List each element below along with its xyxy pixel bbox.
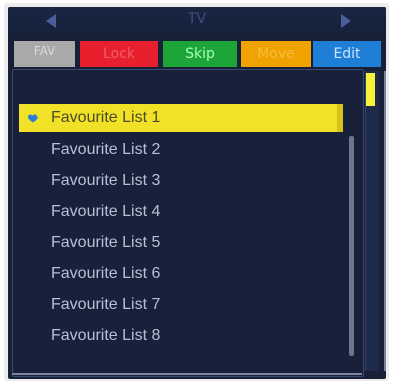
tab-bar: FAV Lock Skip Move Edit (8, 41, 386, 67)
list-item-label: Favourite List 1 (51, 109, 161, 126)
panel-divider (12, 373, 362, 375)
list-item[interactable]: Favourite List 7 (19, 291, 343, 319)
tab-lock[interactable]: Lock (80, 41, 158, 67)
list-item[interactable]: Favourite List 5 (19, 229, 343, 257)
list-item[interactable]: Favourite List 3 (19, 167, 343, 195)
list-item-label: Favourite List 2 (51, 141, 161, 158)
list-item-label: Favourite List 8 (51, 327, 161, 344)
list-item[interactable]: Favourite List 2 (19, 136, 343, 164)
title-bar: TV (8, 7, 386, 35)
list-item-label: Favourite List 7 (51, 296, 161, 313)
tab-move[interactable]: Move (241, 41, 311, 67)
page-scrollbar[interactable] (365, 71, 379, 371)
list-scrollbar[interactable] (349, 136, 354, 356)
scroll-track (384, 71, 386, 371)
page-scrollbar-thumb[interactable] (366, 73, 375, 106)
tab-edit[interactable]: Edit (313, 41, 381, 67)
favourite-list-panel: Favourite List 1 Favourite List 2 Favour… (12, 69, 364, 377)
tab-skip[interactable]: Skip (163, 41, 237, 67)
tab-fav[interactable]: FAV (14, 41, 75, 67)
list-item[interactable]: Favourite List 4 (19, 198, 343, 226)
list-item[interactable]: Favourite List 1 (19, 104, 343, 132)
list-item-label: Favourite List 6 (51, 265, 161, 282)
list-item[interactable]: Favourite List 8 (19, 322, 343, 350)
heart-icon (27, 114, 38, 123)
arrow-right-icon[interactable] (341, 14, 351, 28)
list-item-label: Favourite List 3 (51, 172, 161, 189)
list-item-label: Favourite List 4 (51, 203, 161, 220)
window-title: TV (187, 11, 207, 27)
list-item-label: Favourite List 5 (51, 234, 161, 251)
channel-list-osd: TV FAV Lock Skip Move Edit Favourite Lis… (8, 7, 386, 379)
list-item[interactable]: Favourite List 6 (19, 260, 343, 288)
